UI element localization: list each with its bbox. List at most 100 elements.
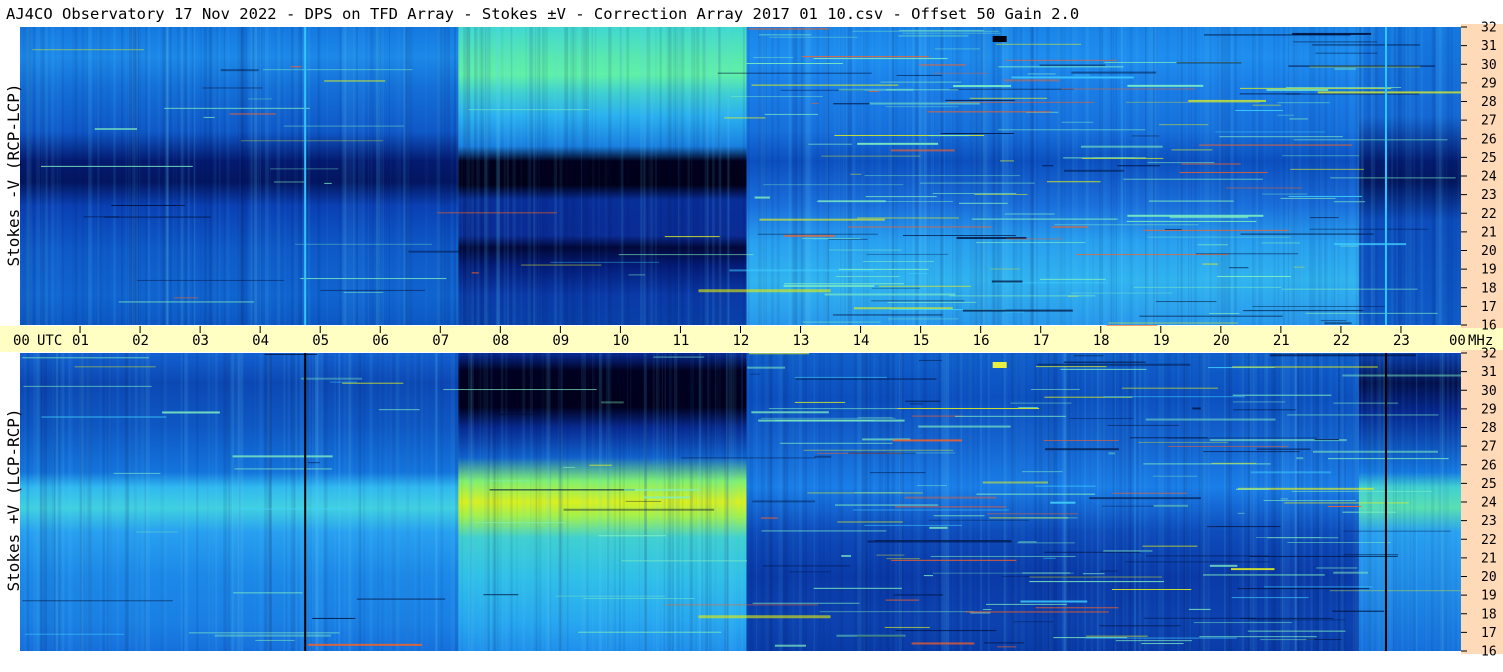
interference-line <box>1284 502 1409 504</box>
interference-line <box>1192 407 1201 410</box>
interference-line <box>774 420 875 422</box>
time-tick-label: 20 <box>1213 333 1230 349</box>
interference-line <box>111 204 185 206</box>
interference-line <box>874 540 1011 542</box>
frequency-tick-label: 24 <box>1481 496 1497 511</box>
texture-streak <box>398 353 400 651</box>
texture-streak <box>1349 27 1352 325</box>
interference-line <box>910 403 924 405</box>
interference-line <box>1229 267 1249 269</box>
interference-line <box>1309 228 1428 230</box>
interference-line <box>976 493 1096 495</box>
interference-line <box>1010 402 1072 404</box>
texture-streak <box>1158 27 1160 325</box>
interference-line <box>902 32 1001 34</box>
time-tick-label: 09 <box>552 333 569 349</box>
time-tick-label: 23 <box>1393 333 1410 349</box>
texture-streak <box>1064 27 1065 325</box>
texture-streak <box>121 27 124 325</box>
texture-streak <box>760 27 765 325</box>
interference-line <box>1266 88 1329 91</box>
texture-streak <box>109 353 112 651</box>
interference-line <box>1089 497 1201 500</box>
texture-streak <box>765 27 767 325</box>
interference-line <box>1071 71 1157 74</box>
texture-streak <box>1057 27 1060 325</box>
interference-line <box>324 182 332 184</box>
texture-streak <box>681 353 684 651</box>
texture-streak <box>537 353 540 651</box>
interference-line <box>1282 155 1359 157</box>
texture-streak <box>1294 353 1298 651</box>
texture-streak <box>553 27 558 325</box>
interference-line <box>1061 121 1094 123</box>
texture-streak <box>1424 353 1427 651</box>
frequency-tick-label: 28 <box>1481 95 1497 110</box>
interference-line <box>1199 636 1317 638</box>
texture-streak <box>652 353 655 651</box>
texture-streak <box>1188 27 1190 325</box>
interference-line <box>1202 574 1325 576</box>
interference-line <box>1263 500 1356 502</box>
texture-streak <box>791 27 795 325</box>
interference-line <box>1277 114 1295 116</box>
interference-line <box>869 102 980 105</box>
interference-line <box>768 408 899 410</box>
texture-streak <box>914 353 917 651</box>
interference-line <box>857 217 959 219</box>
interference-line <box>1256 448 1311 450</box>
texture-streak <box>1400 27 1403 325</box>
interference-line <box>307 643 423 646</box>
frequency-tick-label: 23 <box>1481 188 1497 203</box>
frequency-tick-label: 18 <box>1481 607 1497 622</box>
texture-streak <box>1242 353 1244 651</box>
interference-line <box>1340 245 1359 247</box>
texture-streak <box>367 27 370 325</box>
texture-streak <box>1428 353 1430 651</box>
texture-streak <box>382 27 384 325</box>
texture-streak <box>959 353 963 651</box>
interference-line <box>1164 228 1182 230</box>
interference-line <box>789 571 831 573</box>
texture-streak <box>116 353 120 651</box>
interference-line <box>862 260 935 262</box>
texture-streak <box>343 27 347 325</box>
texture-streak <box>323 353 328 651</box>
interference-band <box>698 289 831 293</box>
interference-line <box>1261 242 1300 244</box>
texture-streak <box>570 27 574 325</box>
interference-line <box>1281 288 1418 290</box>
texture-streak <box>1260 27 1263 325</box>
interference-line <box>784 234 835 237</box>
texture-streak <box>655 353 660 651</box>
texture-streak <box>1286 27 1289 325</box>
interference-line <box>1176 62 1242 64</box>
interference-line <box>1117 165 1160 167</box>
texture-streak <box>1357 353 1359 651</box>
texture-streak <box>1412 27 1416 325</box>
texture-streak <box>37 353 40 651</box>
interference-line <box>982 481 1048 484</box>
interference-line <box>1018 541 1037 543</box>
texture-streak <box>160 353 164 651</box>
interference-line <box>918 359 942 361</box>
texture-streak <box>741 353 743 651</box>
interference-line <box>1240 233 1374 235</box>
texture-streak <box>1286 353 1290 651</box>
texture-streak <box>196 353 199 651</box>
texture-streak <box>88 353 92 651</box>
texture-streak <box>1439 27 1442 325</box>
interference-line <box>1235 110 1283 112</box>
time-tick-label: 01 <box>72 333 89 349</box>
interference-line <box>857 142 939 145</box>
interference-line <box>1237 588 1370 590</box>
interference-line <box>1115 640 1192 642</box>
texture-streak <box>816 27 819 325</box>
texture-streak <box>1277 27 1280 325</box>
texture-streak <box>291 27 294 325</box>
interference-line <box>969 97 1048 99</box>
interference-line <box>1327 458 1449 460</box>
texture-streak <box>678 27 680 325</box>
interference-line <box>1216 276 1292 278</box>
interference-line <box>274 181 305 183</box>
